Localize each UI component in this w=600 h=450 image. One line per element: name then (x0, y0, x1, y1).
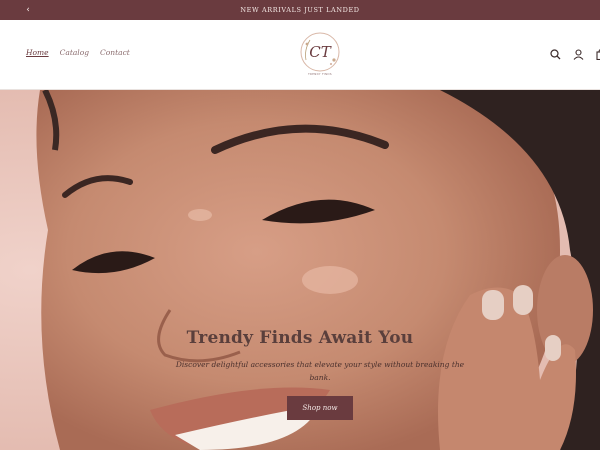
site-header: Home Catalog Contact CT TRENDY FINDS (0, 20, 600, 90)
svg-text:TRENDY FINDS: TRENDY FINDS (308, 72, 332, 76)
hero-banner: Trendy Finds Await You Discover delightf… (0, 90, 600, 450)
hero-subtitle: Discover delightful accessories that ele… (175, 360, 465, 382)
nav-home-link[interactable]: Home (26, 48, 49, 57)
hero-title: Trendy Finds Await You (186, 328, 414, 348)
site-logo[interactable]: CT TRENDY FINDS (298, 30, 342, 78)
shop-now-button[interactable]: Shop now (287, 396, 353, 420)
nav-catalog-link[interactable]: Catalog (60, 48, 89, 57)
search-icon[interactable] (548, 47, 562, 61)
nav-contact-link[interactable]: Contact (100, 48, 130, 57)
cart-icon[interactable] (594, 47, 600, 61)
header-icons (548, 47, 600, 61)
chevron-right-icon[interactable] (568, 0, 588, 20)
main-nav: Home Catalog Contact (26, 48, 130, 57)
announcement-bar: ‹ NEW ARRIVALS JUST LANDED (0, 0, 600, 20)
announcement-text: NEW ARRIVALS JUST LANDED (240, 6, 360, 14)
account-icon[interactable] (571, 47, 585, 61)
svg-text:CT: CT (309, 43, 331, 61)
chevron-left-icon[interactable]: ‹ (18, 0, 38, 20)
